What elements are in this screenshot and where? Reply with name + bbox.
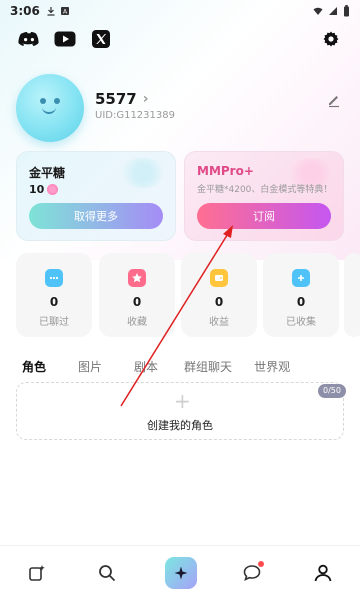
nav-home[interactable] bbox=[165, 557, 197, 589]
signal-icon bbox=[329, 7, 337, 15]
discord-button[interactable] bbox=[18, 30, 40, 48]
chat-bubble-icon bbox=[45, 269, 63, 287]
create-character-button[interactable]: + 创建我的角色 bbox=[16, 382, 344, 440]
edit-profile-button[interactable] bbox=[326, 92, 342, 108]
discord-icon bbox=[18, 32, 39, 46]
stat-label: 收藏 bbox=[127, 317, 147, 328]
wifi-icon bbox=[313, 7, 323, 15]
person-icon bbox=[314, 564, 332, 582]
candy-card: 金平糖 10 取得更多 bbox=[16, 151, 176, 241]
app-notification-icon: A bbox=[60, 7, 69, 16]
avatar-eye-right bbox=[54, 98, 60, 104]
create-character-label: 创建我的角色 bbox=[147, 419, 213, 432]
x-twitter-button[interactable] bbox=[90, 30, 112, 48]
nav-create[interactable] bbox=[26, 562, 48, 584]
get-more-button[interactable]: 取得更多 bbox=[29, 203, 163, 229]
candy-count: 10 bbox=[29, 183, 45, 196]
candy-card-decoration bbox=[119, 158, 167, 188]
stat-value: 0 bbox=[296, 295, 306, 309]
username: 5577 bbox=[95, 90, 137, 108]
status-bar: 3:06 A bbox=[0, 0, 360, 22]
chevron-right-icon: › bbox=[142, 91, 149, 107]
character-count-badge: 0/50 bbox=[318, 384, 346, 398]
avatar[interactable] bbox=[16, 74, 84, 142]
star-icon bbox=[128, 269, 146, 287]
stat-value: 0 bbox=[132, 295, 142, 309]
sparkle-icon bbox=[174, 566, 188, 580]
content-tabs: 角色 图片 剧本 群组聊天 世界观 bbox=[22, 358, 290, 375]
youtube-button[interactable] bbox=[54, 30, 76, 48]
sparkle-card-icon bbox=[29, 565, 45, 581]
pencil-icon bbox=[329, 96, 339, 108]
nav-search[interactable] bbox=[96, 562, 118, 584]
stat-label: 收益 bbox=[209, 317, 229, 328]
stat-earnings[interactable]: 0 收益 bbox=[181, 253, 257, 337]
nav-profile[interactable] bbox=[312, 562, 334, 584]
tab-group-chat[interactable]: 群组聊天 bbox=[184, 358, 232, 375]
mmpro-card-description: 金平糖*4200、白金模式等特典！ bbox=[197, 185, 333, 195]
social-links bbox=[18, 30, 112, 48]
user-id: UID:G11231389 bbox=[95, 110, 175, 121]
stat-value: 0 bbox=[214, 295, 224, 309]
stat-overflow-card bbox=[344, 253, 360, 337]
stat-value: 0 bbox=[49, 295, 59, 309]
username-link[interactable]: 5577 › bbox=[95, 90, 149, 108]
wallet-icon bbox=[210, 269, 228, 287]
tab-scripts[interactable]: 剧本 bbox=[134, 358, 158, 375]
candy-card-title: 金平糖 bbox=[29, 166, 66, 180]
stat-collected[interactable]: 0 已收集 bbox=[263, 253, 339, 337]
candy-balance: 10 bbox=[29, 183, 59, 196]
stat-label: 已收集 bbox=[286, 317, 316, 328]
mmpro-card-title: MMPro+ bbox=[197, 164, 254, 178]
tab-worldview[interactable]: 世界观 bbox=[254, 358, 290, 375]
stat-label: 已聊过 bbox=[39, 317, 69, 328]
avatar-smile bbox=[42, 107, 56, 114]
plus-icon: + bbox=[174, 389, 191, 413]
nav-messages[interactable] bbox=[241, 561, 264, 584]
battery-icon bbox=[344, 5, 349, 17]
search-icon bbox=[99, 565, 115, 581]
bottom-nav bbox=[0, 545, 360, 600]
mmpro-card: MMPro+ 金平糖*4200、白金模式等特典！ 订阅 bbox=[184, 151, 344, 241]
tab-characters[interactable]: 角色 bbox=[22, 358, 46, 375]
status-time: 3:06 bbox=[10, 4, 40, 18]
plus-card-icon bbox=[292, 269, 310, 287]
youtube-icon bbox=[54, 31, 76, 47]
avatar-eye-left bbox=[40, 98, 46, 104]
download-icon bbox=[47, 7, 55, 16]
stat-chatted[interactable]: 0 已聊过 bbox=[16, 253, 92, 337]
x-logo-icon bbox=[92, 30, 110, 48]
tab-images[interactable]: 图片 bbox=[78, 358, 102, 375]
subscribe-button[interactable]: 订阅 bbox=[197, 203, 331, 229]
settings-button[interactable] bbox=[322, 30, 340, 48]
notification-dot bbox=[258, 561, 264, 567]
gear-icon bbox=[323, 31, 339, 47]
candy-icon bbox=[47, 184, 59, 195]
stat-favorites[interactable]: 0 收藏 bbox=[99, 253, 175, 337]
